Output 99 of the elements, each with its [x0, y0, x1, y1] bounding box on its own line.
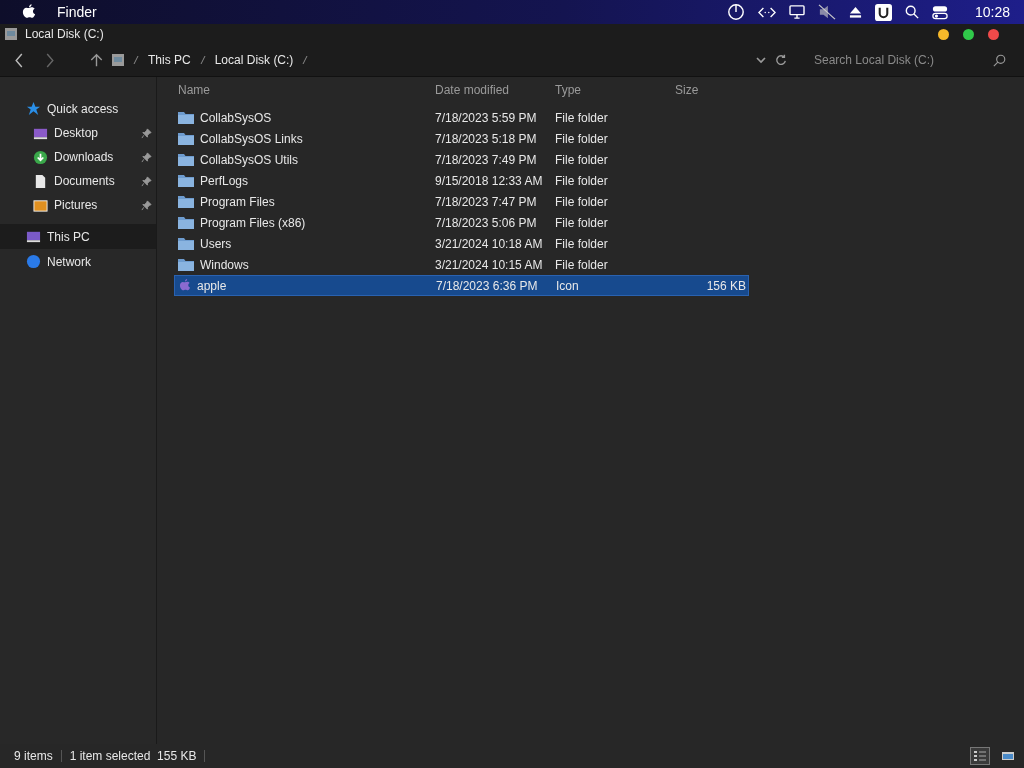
- sidebar-item[interactable]: Downloads: [0, 145, 156, 169]
- date-cell-text: 7/18/2023 5:06 PM: [435, 215, 538, 230]
- details-view-button[interactable]: [970, 747, 990, 765]
- list-icon: [973, 749, 987, 763]
- monitor-icon[interactable]: [788, 5, 805, 19]
- pin-icon[interactable]: [141, 199, 152, 211]
- file-name: CollabSysOS Links: [200, 131, 303, 146]
- pin-icon[interactable]: [141, 151, 152, 163]
- file-name: Windows: [200, 257, 249, 272]
- separator-icon: [133, 55, 139, 65]
- type-cell-text: File folder: [555, 173, 609, 188]
- breadcrumb-item[interactable]: This PC: [148, 53, 191, 67]
- breadcrumb-item[interactable]: Local Disk (C:): [214, 53, 294, 67]
- column-header[interactable]: Size: [675, 82, 745, 97]
- item-count: 9 items: [14, 749, 53, 763]
- separator-icon: [199, 55, 206, 65]
- sidebar-item[interactable]: Network: [0, 249, 156, 274]
- drive-icon: [5, 28, 17, 40]
- column-header[interactable]: Type: [555, 82, 675, 97]
- apple-logo-icon[interactable]: [22, 4, 36, 20]
- file-name: Users: [200, 236, 232, 251]
- search-icon: [993, 53, 1006, 67]
- sidebar-item[interactable]: Documents: [0, 169, 156, 193]
- search-field[interactable]: Search Local Disk (C:): [810, 53, 1006, 67]
- search-icon[interactable]: [904, 5, 919, 19]
- column-header[interactable]: Name: [174, 82, 435, 97]
- download-icon: [33, 149, 48, 165]
- maximize-button[interactable]: [963, 28, 974, 40]
- folder-icon: [178, 132, 194, 145]
- pin-icon[interactable]: [141, 175, 152, 187]
- folder-icon: [178, 195, 194, 208]
- file-row[interactable]: PerfLogs 9/15/2018 12:33 AM File folder: [174, 170, 749, 191]
- file-name: CollabSysOS: [200, 110, 272, 125]
- folder-icon: [178, 258, 194, 271]
- date-cell-text: 7/18/2023 5:18 PM: [435, 131, 538, 146]
- date-cell-text: 7/18/2023 7:47 PM: [435, 194, 538, 209]
- code-icon[interactable]: [757, 5, 776, 19]
- file-row[interactable]: CollabSysOS 7/18/2023 5:59 PM File folder: [174, 107, 749, 128]
- file-name: Program Files (x86): [200, 215, 306, 230]
- file-row[interactable]: Users 3/21/2024 10:18 AM File folder: [174, 233, 749, 254]
- type-cell-text: File folder: [555, 236, 609, 251]
- chevron-down-icon[interactable]: [756, 56, 766, 64]
- size-cell: 156 KB: [706, 278, 746, 293]
- file-row[interactable]: CollabSysOS Utils 7/18/2023 7:49 PM File folder: [174, 149, 749, 170]
- folder-icon: [178, 237, 194, 250]
- type-cell-text: File folder: [555, 152, 609, 167]
- letter-u-icon[interactable]: [874, 3, 892, 21]
- pin-icon[interactable]: [141, 127, 152, 139]
- pc-icon: [26, 229, 41, 244]
- file-row[interactable]: apple 7/18/2023 6:36 PM Icon 156 KB: [174, 275, 749, 296]
- eject-icon[interactable]: [848, 5, 862, 19]
- date-cell-text: 7/18/2023 5:59 PM: [435, 110, 538, 125]
- separator-icon: [302, 55, 309, 65]
- file-name: CollabSysOS Utils: [200, 152, 299, 167]
- app-menu[interactable]: Finder: [57, 4, 97, 20]
- column-header[interactable]: Date modified: [435, 82, 555, 97]
- type-cell-text: File folder: [555, 194, 609, 209]
- forward-icon[interactable]: [45, 52, 55, 68]
- up-arrow-icon[interactable]: [90, 53, 103, 67]
- type-cell-text: File folder: [555, 110, 609, 125]
- folder-icon: [178, 111, 194, 124]
- window-title: Local Disk (C:): [25, 27, 104, 41]
- refresh-icon[interactable]: [775, 54, 787, 66]
- apple-logo-icon: [179, 279, 191, 292]
- menu-bar-clock[interactable]: 10:28: [974, 4, 1010, 20]
- back-icon[interactable]: [14, 52, 24, 68]
- sidebar-item[interactable]: This PC: [0, 224, 156, 249]
- folder-icon: [178, 153, 194, 166]
- gauge-icon[interactable]: [726, 3, 745, 21]
- date-cell-text: 9/15/2018 12:33 AM: [435, 173, 544, 188]
- star-icon: [26, 101, 41, 116]
- sidebar-item[interactable]: Desktop: [0, 121, 156, 145]
- pictures-icon: [33, 197, 48, 213]
- file-name: PerfLogs: [200, 173, 249, 188]
- type-cell-text: Icon: [556, 278, 580, 293]
- type-cell-text: File folder: [555, 131, 609, 146]
- folder-icon: [178, 216, 194, 229]
- file-row[interactable]: Program Files 7/18/2023 7:47 PM File folder: [174, 191, 749, 212]
- date-cell-text: 3/21/2024 10:18 AM: [435, 236, 544, 251]
- file-name: apple: [197, 278, 227, 293]
- close-button[interactable]: [988, 28, 999, 40]
- selection-info: 1 item selected 155 KB: [69, 749, 197, 763]
- image-icon: [1001, 749, 1015, 763]
- file-row[interactable]: Windows 3/21/2024 10:15 AM File folder: [174, 254, 749, 275]
- muted-volume-icon[interactable]: [817, 4, 836, 20]
- sidebar-item[interactable]: Quick access: [0, 96, 156, 121]
- date-cell-text: 3/21/2024 10:15 AM: [435, 257, 544, 272]
- date-cell-text: 7/18/2023 6:36 PM: [436, 278, 539, 293]
- document-icon: [33, 173, 48, 189]
- folder-icon: [178, 174, 194, 187]
- file-row[interactable]: Program Files (x86) 7/18/2023 5:06 PM File folder: [174, 212, 749, 233]
- file-row[interactable]: CollabSysOS Links 7/18/2023 5:18 PM File folder: [174, 128, 749, 149]
- date-cell-text: 7/18/2023 7:49 PM: [435, 152, 538, 167]
- minimize-button[interactable]: [938, 28, 949, 40]
- type-cell-text: File folder: [555, 257, 609, 272]
- sidebar-item[interactable]: Pictures: [0, 193, 156, 217]
- control-center-icon[interactable]: [931, 4, 948, 20]
- file-name: Program Files: [200, 194, 275, 209]
- type-cell-text: File folder: [555, 215, 609, 230]
